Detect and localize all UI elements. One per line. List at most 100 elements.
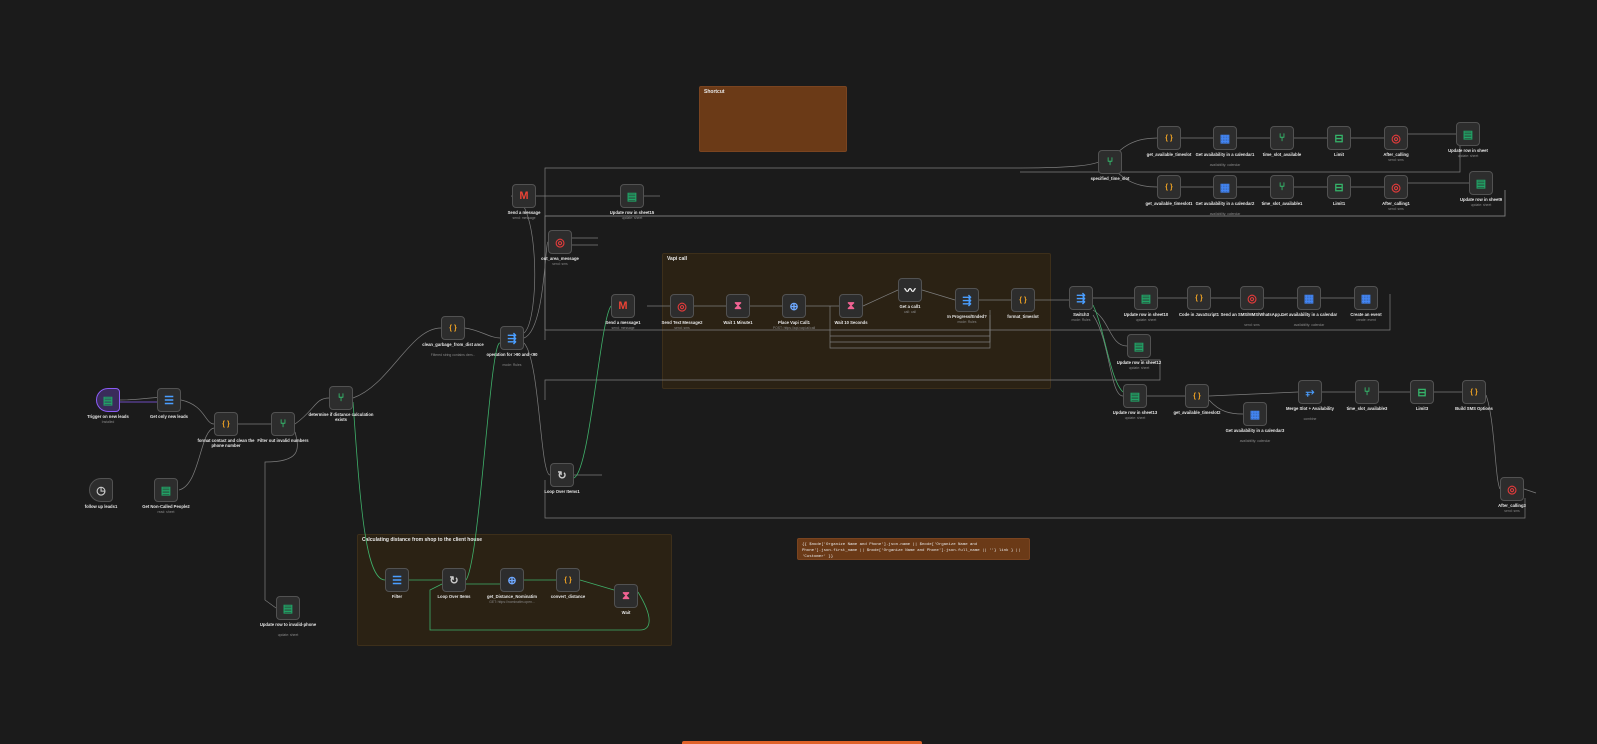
- workflow-node[interactable]: ⑂: [1270, 126, 1294, 150]
- workflow-node[interactable]: ⧗: [839, 294, 863, 318]
- workflow-node[interactable]: ⊟: [1327, 175, 1351, 199]
- limit-icon: ⊟: [1417, 386, 1427, 399]
- node-subtitle: update: sheet: [1128, 366, 1150, 370]
- workflow-node[interactable]: ◎: [1384, 175, 1408, 199]
- workflow-node[interactable]: ▤: [1123, 384, 1147, 408]
- workflow-node[interactable]: ▦: [1297, 286, 1321, 310]
- workflow-node[interactable]: ▦: [1243, 402, 1267, 426]
- node-subtitle: create: event: [1356, 318, 1376, 322]
- node-subtitle: send: sms: [1388, 207, 1404, 211]
- node-label: Wait 10 Seconds: [834, 320, 868, 325]
- workflow-node[interactable]: { }: [1157, 126, 1181, 150]
- workflow-node[interactable]: { }: [1462, 380, 1486, 404]
- workflow-node[interactable]: ↻: [442, 568, 466, 592]
- workflow-node[interactable]: ▤: [96, 388, 120, 412]
- filter-icon: ☰: [392, 574, 402, 587]
- workflow-node[interactable]: ▤: [276, 596, 300, 620]
- workflow-node[interactable]: ⊟: [1410, 380, 1434, 404]
- loop-icon: ↻: [557, 469, 567, 482]
- workflow-node[interactable]: ⑂: [271, 412, 295, 436]
- workflow-canvas[interactable]: Shortcut Vapi call Calculating distance …: [0, 0, 1597, 744]
- sheets-icon: ▤: [626, 190, 638, 203]
- node-label: get_available_timeslot2: [1173, 410, 1221, 415]
- node-label: Update row in sheet12: [1116, 360, 1162, 365]
- workflow-node[interactable]: ▦: [1354, 286, 1378, 310]
- workflow-node[interactable]: ⇶: [1069, 286, 1093, 310]
- workflow-node[interactable]: { }: [1157, 175, 1181, 199]
- workflow-node[interactable]: ▤: [1134, 286, 1158, 310]
- workflow-node[interactable]: ⑂: [1355, 380, 1379, 404]
- if-icon: ⑂: [279, 418, 287, 430]
- workflow-node[interactable]: ▦: [1213, 175, 1237, 199]
- workflow-node[interactable]: ☰: [157, 388, 181, 412]
- code-icon: { }: [1019, 296, 1027, 304]
- workflow-node[interactable]: ◎: [548, 230, 572, 254]
- workflow-node[interactable]: ▤: [154, 478, 178, 502]
- twilio-icon: ◎: [1391, 132, 1401, 145]
- node-subtitle: update: sheet: [1470, 203, 1492, 207]
- workflow-node[interactable]: ◷: [89, 478, 113, 502]
- workflow-node[interactable]: { }: [441, 316, 465, 340]
- code-icon: { }: [449, 324, 457, 332]
- node-label: After_calling: [1383, 152, 1409, 157]
- workflow-node[interactable]: ⥅: [1298, 380, 1322, 404]
- workflow-node[interactable]: M: [611, 294, 635, 318]
- wait-icon: ⧗: [622, 589, 630, 602]
- workflow-node[interactable]: { }: [1185, 384, 1209, 408]
- node-subtitle: send: sms: [674, 326, 690, 330]
- workflow-node[interactable]: ⑂: [329, 386, 353, 410]
- workflow-node[interactable]: ◎: [670, 294, 694, 318]
- workflow-node[interactable]: { }: [556, 568, 580, 592]
- node-subtitle: update: sheet: [277, 633, 299, 637]
- if-icon: ⑂: [1278, 181, 1286, 193]
- node-label: Switch3: [1073, 312, 1089, 317]
- workflow-node[interactable]: ⑂: [1098, 150, 1122, 174]
- workflow-node[interactable]: ⇶: [500, 326, 524, 350]
- workflow-node[interactable]: ▤: [1456, 122, 1480, 146]
- workflow-node[interactable]: { }: [1187, 286, 1211, 310]
- sheets-icon: ▤: [1475, 177, 1487, 190]
- gmail-icon: M: [618, 300, 628, 312]
- node-label: Filter out invalid numbers: [257, 438, 309, 443]
- workflow-node[interactable]: ⧗: [726, 294, 750, 318]
- node-label: Update row in sheet: [1448, 148, 1488, 153]
- workflow-node[interactable]: 〰: [898, 278, 922, 302]
- workflow-node[interactable]: ◎: [1500, 477, 1524, 501]
- node-subtitle: availability: calendar: [1293, 323, 1325, 327]
- sheets-icon: ▤: [1140, 292, 1152, 305]
- workflow-node[interactable]: { }: [1011, 288, 1035, 312]
- workflow-node[interactable]: ⊟: [1327, 126, 1351, 150]
- workflow-node[interactable]: ◎: [1240, 286, 1264, 310]
- code-icon: { }: [1193, 392, 1201, 400]
- workflow-node[interactable]: ⑂: [1270, 175, 1294, 199]
- twilio-icon: ◎: [677, 300, 687, 313]
- node-label: operation for >90 and <90: [486, 352, 538, 357]
- workflow-node[interactable]: ▤: [1469, 171, 1493, 195]
- workflow-node[interactable]: { }: [214, 412, 238, 436]
- workflow-node[interactable]: ▦: [1213, 126, 1237, 150]
- switch-icon: ⇶: [507, 332, 517, 345]
- sheets-icon: ▤: [1129, 390, 1141, 403]
- node-label: follow up leads1: [84, 504, 118, 509]
- workflow-node[interactable]: ☰: [385, 568, 409, 592]
- workflow-node[interactable]: ⊕: [782, 294, 806, 318]
- workflow-node[interactable]: M: [512, 184, 536, 208]
- node-subtitle: update: sheet: [1124, 416, 1146, 420]
- node-subtitle: send: sms: [1504, 509, 1520, 513]
- node-label: Update row in sheet13: [1112, 410, 1158, 415]
- node-subtitle: read: sheet: [157, 510, 175, 514]
- workflow-node[interactable]: ▤: [620, 184, 644, 208]
- workflow-node[interactable]: ⇶: [955, 288, 979, 312]
- workflow-node[interactable]: ▤: [1127, 334, 1151, 358]
- node-label: specified_time_slot: [1090, 176, 1130, 181]
- workflow-node[interactable]: ⊕: [500, 568, 524, 592]
- node-label: Get only new leads: [150, 414, 188, 419]
- sheets-icon: ▤: [160, 484, 172, 497]
- code-icon: { }: [222, 420, 230, 428]
- twilio-icon: ◎: [1391, 181, 1401, 194]
- node-subtitle: Installed: [101, 420, 115, 424]
- workflow-node[interactable]: ↻: [550, 463, 574, 487]
- if-icon: ⑂: [1106, 156, 1114, 168]
- workflow-node[interactable]: ◎: [1384, 126, 1408, 150]
- workflow-node[interactable]: ⧗: [614, 584, 638, 608]
